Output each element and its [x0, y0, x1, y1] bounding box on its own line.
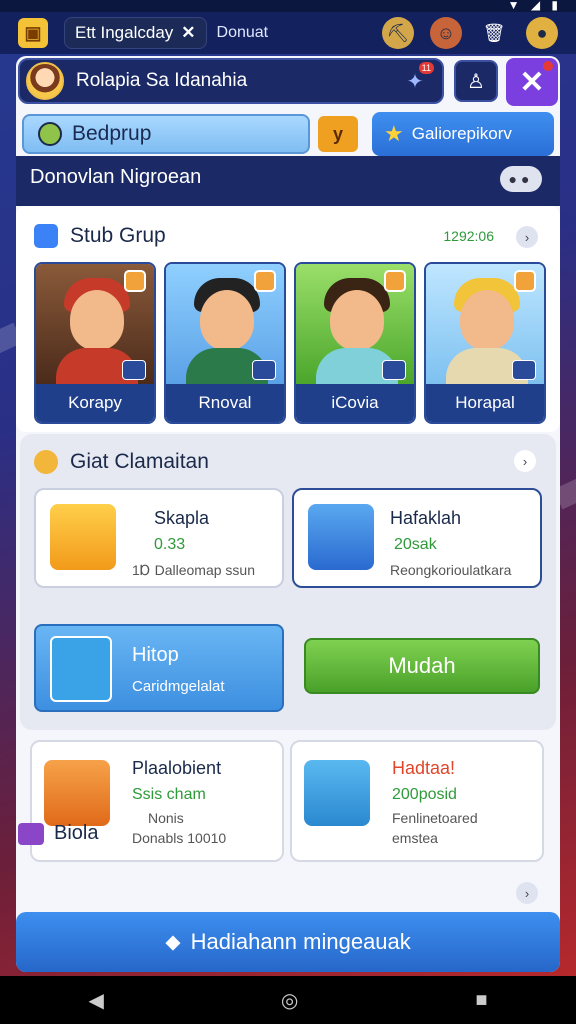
- card-line1: Ssis cham: [132, 786, 206, 803]
- badge-icon: [514, 270, 536, 292]
- card-name: Plaalobient: [132, 758, 222, 778]
- close-icon: ✕: [519, 65, 545, 99]
- camera-icon: [252, 360, 276, 380]
- group-button[interactable]: Bedprup: [22, 114, 310, 154]
- card-line3: emstea: [392, 830, 438, 846]
- recents-icon[interactable]: ■: [475, 989, 487, 1012]
- cookie-icon[interactable]: ●: [526, 17, 558, 49]
- stub-title-text: Stub Grup: [70, 224, 166, 247]
- person-card[interactable]: Horapal: [424, 262, 546, 424]
- gift-name: Skapla: [154, 508, 210, 528]
- avatar-icon[interactable]: ☺: [430, 17, 462, 49]
- close-button[interactable]: ✕: [506, 58, 558, 106]
- treasure-icon[interactable]: ⛏: [382, 17, 414, 49]
- app-icon[interactable]: ▣: [18, 18, 48, 48]
- section-subtitle: Donovlan Nigroean: [30, 166, 202, 188]
- back-icon[interactable]: ◀: [89, 988, 104, 1013]
- toggle-switch[interactable]: ●●: [500, 166, 542, 192]
- status-bar: ▼ ◢ ▮: [0, 0, 576, 12]
- hitop-title: Hitop: [132, 644, 179, 666]
- alert-dot: [543, 61, 553, 71]
- person-name: Rnoval: [166, 384, 284, 422]
- camera-icon: [512, 360, 536, 380]
- cta-button[interactable]: ⬥ Hadiahann mingeauak: [16, 912, 560, 972]
- profile-bar[interactable]: Rolapia Sa Idanahia ✦ 11: [18, 58, 444, 104]
- status-icons: ▼ ◢ ▮: [507, 0, 562, 12]
- section-title: Biola: [18, 822, 98, 845]
- gift-value: 0.33: [154, 536, 186, 553]
- camera-icon: [382, 360, 406, 380]
- card-line2: Nonis: [148, 810, 184, 826]
- check-icon: [34, 224, 58, 248]
- person-card[interactable]: Korapy: [34, 262, 156, 424]
- tab-active[interactable]: Ett Ingalcday ✕: [64, 17, 207, 49]
- section-title-text: Biola: [54, 822, 99, 844]
- treasure-icon: [44, 760, 110, 826]
- y-button[interactable]: y: [318, 116, 358, 152]
- chevron-right-icon[interactable]: ›: [516, 882, 538, 904]
- chevron-right-icon[interactable]: ›: [514, 450, 536, 472]
- category-button[interactable]: ★ Galiorepikorv: [372, 112, 554, 156]
- face-shape: [70, 290, 124, 350]
- gift-section: Giat Clamaitan › Skapla 0.33 1Ɒ Dalleoma…: [20, 434, 556, 730]
- person-card[interactable]: Rnoval: [164, 262, 286, 424]
- top-bar: ▣ Ett Ingalcday ✕ Donuat ⛏ ☺ 🗑 ●: [0, 12, 576, 54]
- gift-title-text: Giat Clamaitan: [70, 450, 209, 473]
- face-shape: [460, 290, 514, 350]
- face-shape: [200, 290, 254, 350]
- gift-desc: 1Ɒ Dalleomap ssun: [132, 562, 255, 578]
- badge-icon: [124, 270, 146, 292]
- home-icon[interactable]: ◎: [281, 988, 298, 1013]
- gift-desc: Reongkorioulatkara: [390, 562, 512, 578]
- trash-icon[interactable]: 🗑: [478, 17, 510, 49]
- gift-item[interactable]: Skapla 0.33 1Ɒ Dalleomap ssun: [34, 488, 284, 588]
- gift-value: 20sak: [394, 536, 437, 553]
- person-name: Horapal: [426, 384, 544, 422]
- share-icon: ⬥: [165, 929, 181, 954]
- person-name: Korapy: [36, 384, 154, 422]
- laptop-icon: [308, 504, 374, 570]
- badge-icon: [254, 270, 276, 292]
- group-button-label: Bedprup: [72, 122, 152, 145]
- star-icon: ★: [384, 121, 404, 146]
- person-card[interactable]: iCovia: [294, 262, 416, 424]
- notification-badge: 11: [418, 62, 434, 74]
- card-line1: 200posid: [392, 786, 457, 803]
- profile-name: Rolapia Sa Idanahia: [76, 70, 248, 91]
- sun-icon: [34, 450, 58, 474]
- category-button-label: Galiorepikorv: [411, 124, 512, 143]
- gift-icon: [304, 760, 370, 826]
- gift-box-icon: [50, 504, 116, 570]
- avatar[interactable]: [26, 62, 64, 100]
- face-shape: [330, 290, 384, 350]
- user-button[interactable]: ♙: [454, 60, 498, 102]
- card-line2: Fenlinetoared: [392, 810, 478, 826]
- user-icon: ♙: [467, 70, 485, 93]
- chevron-right-icon[interactable]: ›: [516, 226, 538, 248]
- gift-title: Giat Clamaitan: [34, 450, 209, 474]
- badge-icon: [384, 270, 406, 292]
- person-name: iCovia: [296, 384, 414, 422]
- gift-icon: [18, 822, 44, 845]
- avatar: [50, 636, 112, 702]
- camera-icon: [122, 360, 146, 380]
- notification-icon[interactable]: ✦ 11: [398, 62, 434, 98]
- reward-card[interactable]: Hadtaa! 200posid Fenlinetoared emstea: [290, 740, 544, 862]
- gift-name: Hafaklah: [390, 508, 462, 528]
- card-name: Hadtaa!: [392, 758, 456, 778]
- hitop-sub: Caridmgelalat: [132, 678, 225, 695]
- stub-title: Stub Grup: [34, 224, 166, 248]
- close-tab-icon[interactable]: ✕: [181, 23, 195, 43]
- tab-title: Ett Ingalcday: [75, 23, 174, 42]
- stub-date: 1292:06: [443, 228, 494, 244]
- stub-group-card: Stub Grup 1292:06 › Korapy Rnoval iCovia…: [16, 206, 560, 432]
- tab-subtitle: Donuat: [216, 24, 269, 41]
- leaf-icon: [38, 122, 62, 146]
- hitop-card[interactable]: Hitop Caridmgelalat: [34, 624, 284, 712]
- mudah-button[interactable]: Mudah: [304, 638, 540, 694]
- card-line3: Donabls 10010: [132, 830, 227, 846]
- gift-item-selected[interactable]: Hafaklah 20sak Reongkorioulatkara: [292, 488, 542, 588]
- system-nav: ◀ ◎ ■: [0, 976, 576, 1024]
- cta-label: Hadiahann mingeauak: [190, 929, 411, 954]
